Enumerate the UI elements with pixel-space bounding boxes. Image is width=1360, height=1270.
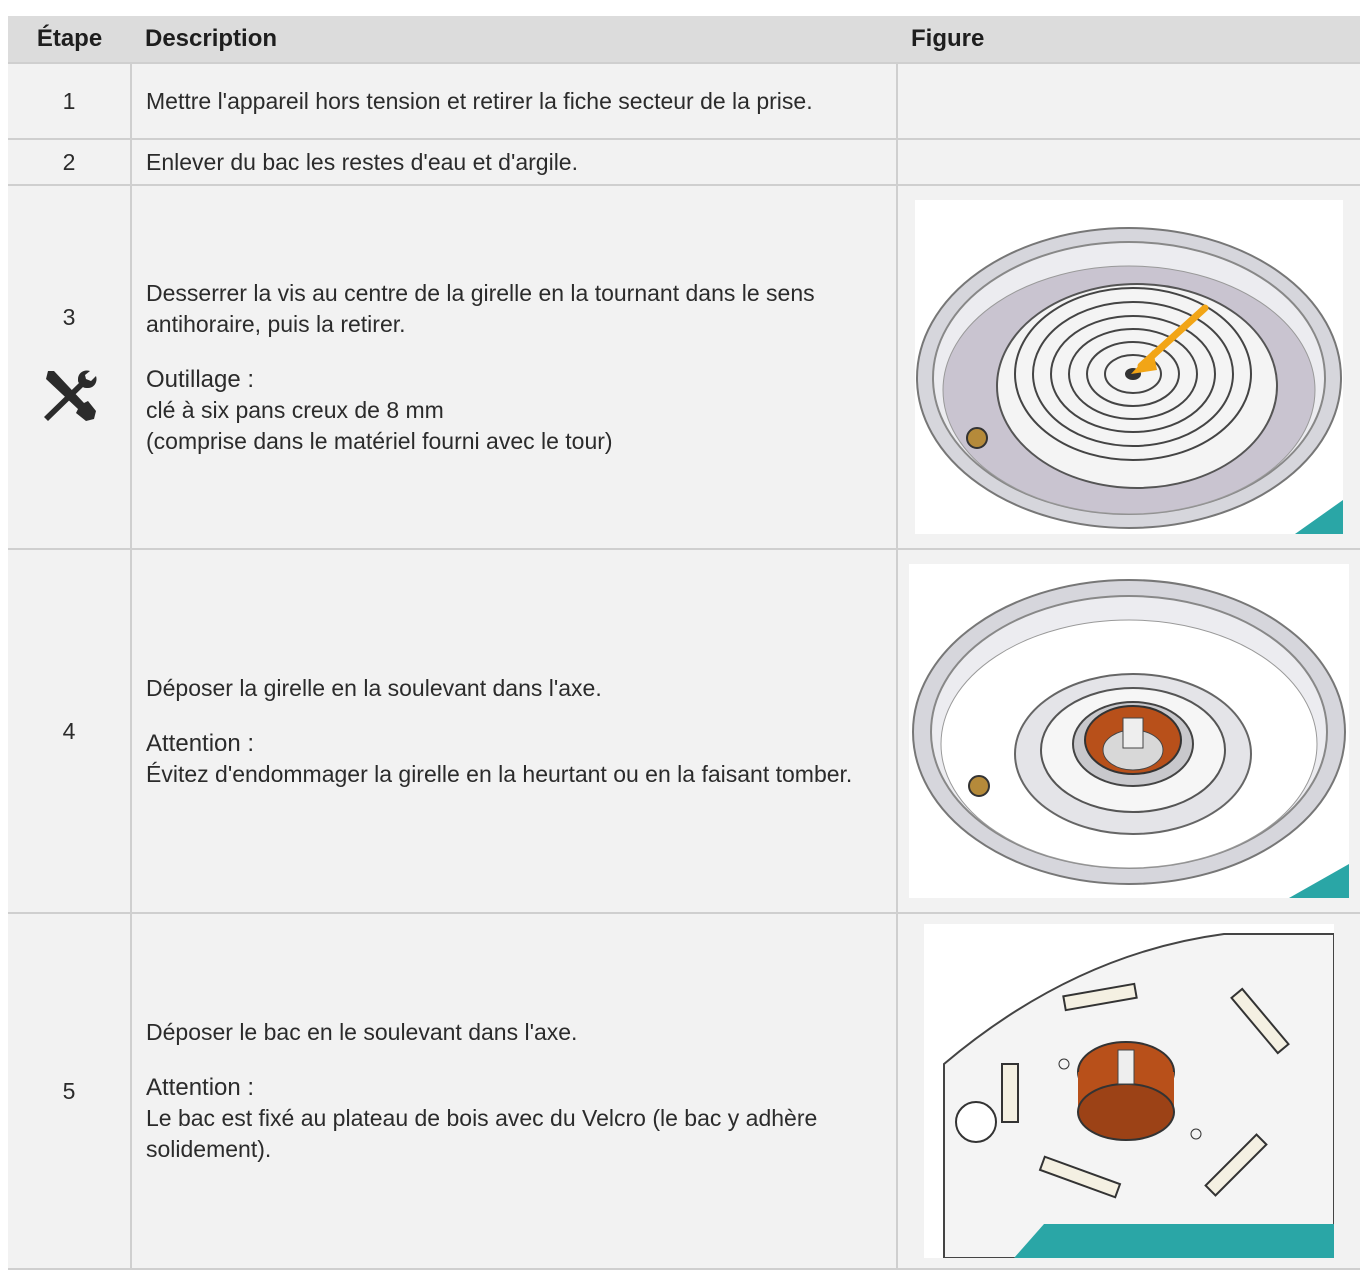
note-title: Outillage : <box>146 365 255 393</box>
step-number: 1 <box>8 62 132 140</box>
table-row: 5 Déposer le bac en le soulevant dans l'… <box>8 912 1360 1270</box>
step-description: Déposer la girelle en la soulevant dans … <box>130 548 898 914</box>
table-row: 3 Desserrer la vis au centre de la girel… <box>8 184 1360 550</box>
table-header-row: Étape Description Figure <box>8 16 1360 63</box>
note-title: Attention : <box>146 1074 255 1101</box>
figure-cell <box>896 62 1360 140</box>
table-row: 1 Mettre l'appareil hors tension et reti… <box>8 62 1360 140</box>
wrench-screwdriver-icon <box>40 367 98 433</box>
wheel-head-figure <box>915 200 1343 534</box>
header-description: Description <box>131 16 897 63</box>
figure-cell <box>896 912 1360 1270</box>
figure-cell <box>896 184 1360 550</box>
header-step: Étape <box>8 16 131 63</box>
table-row: 2 Enlever du bac les restes d'eau et d'a… <box>8 138 1360 186</box>
note-title: Attention : <box>146 729 255 757</box>
step-number: 5 <box>8 912 132 1270</box>
step-description: Déposer le bac en le soulevant dans l'ax… <box>130 912 898 1270</box>
wheel-hub-figure <box>909 564 1349 898</box>
figure-cell <box>896 138 1360 186</box>
step-description: Desserrer la vis au centre de la girelle… <box>130 184 898 550</box>
step-description: Mettre l'appareil hors tension et retire… <box>130 62 898 140</box>
step-description: Enlever du bac les restes d'eau et d'arg… <box>130 138 898 186</box>
step-number: 2 <box>8 138 132 186</box>
wooden-plate-figure <box>924 924 1334 1258</box>
header-figure: Figure <box>897 16 1360 63</box>
step-number: 4 <box>8 548 132 914</box>
step-number: 3 <box>62 303 76 330</box>
figure-cell <box>896 548 1360 914</box>
table-row: 4 Déposer la girelle en la soulevant dan… <box>8 548 1360 914</box>
step-number-cell: 3 <box>8 184 132 550</box>
instructions-table: Étape Description Figure 1 Mettre l'appa… <box>8 16 1360 1270</box>
